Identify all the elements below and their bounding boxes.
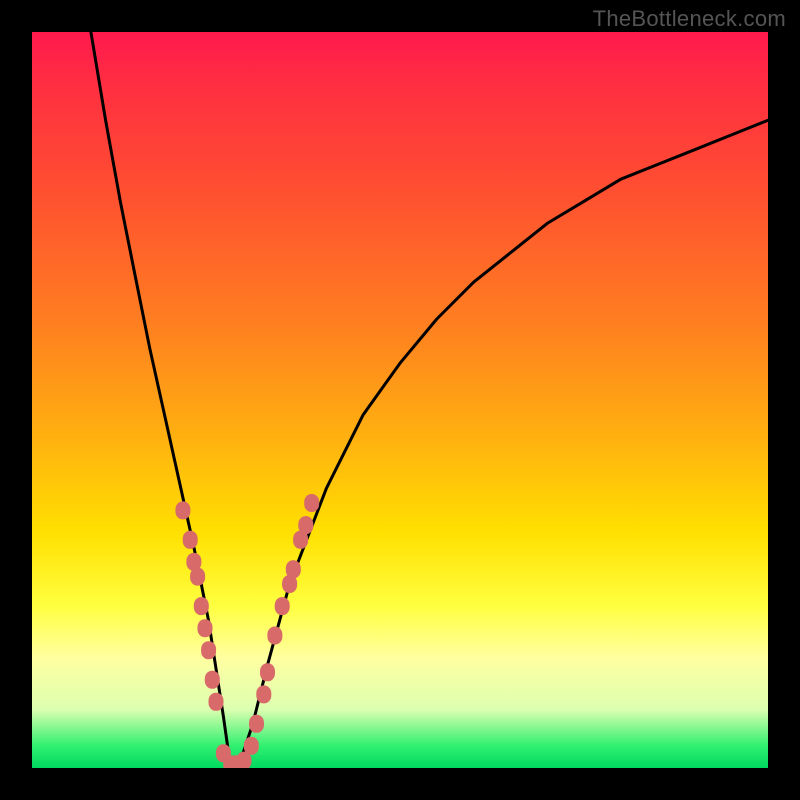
watermark-text: TheBottleneck.com: [593, 6, 786, 32]
plot-area: [32, 32, 768, 768]
chart-frame: TheBottleneck.com: [0, 0, 800, 800]
